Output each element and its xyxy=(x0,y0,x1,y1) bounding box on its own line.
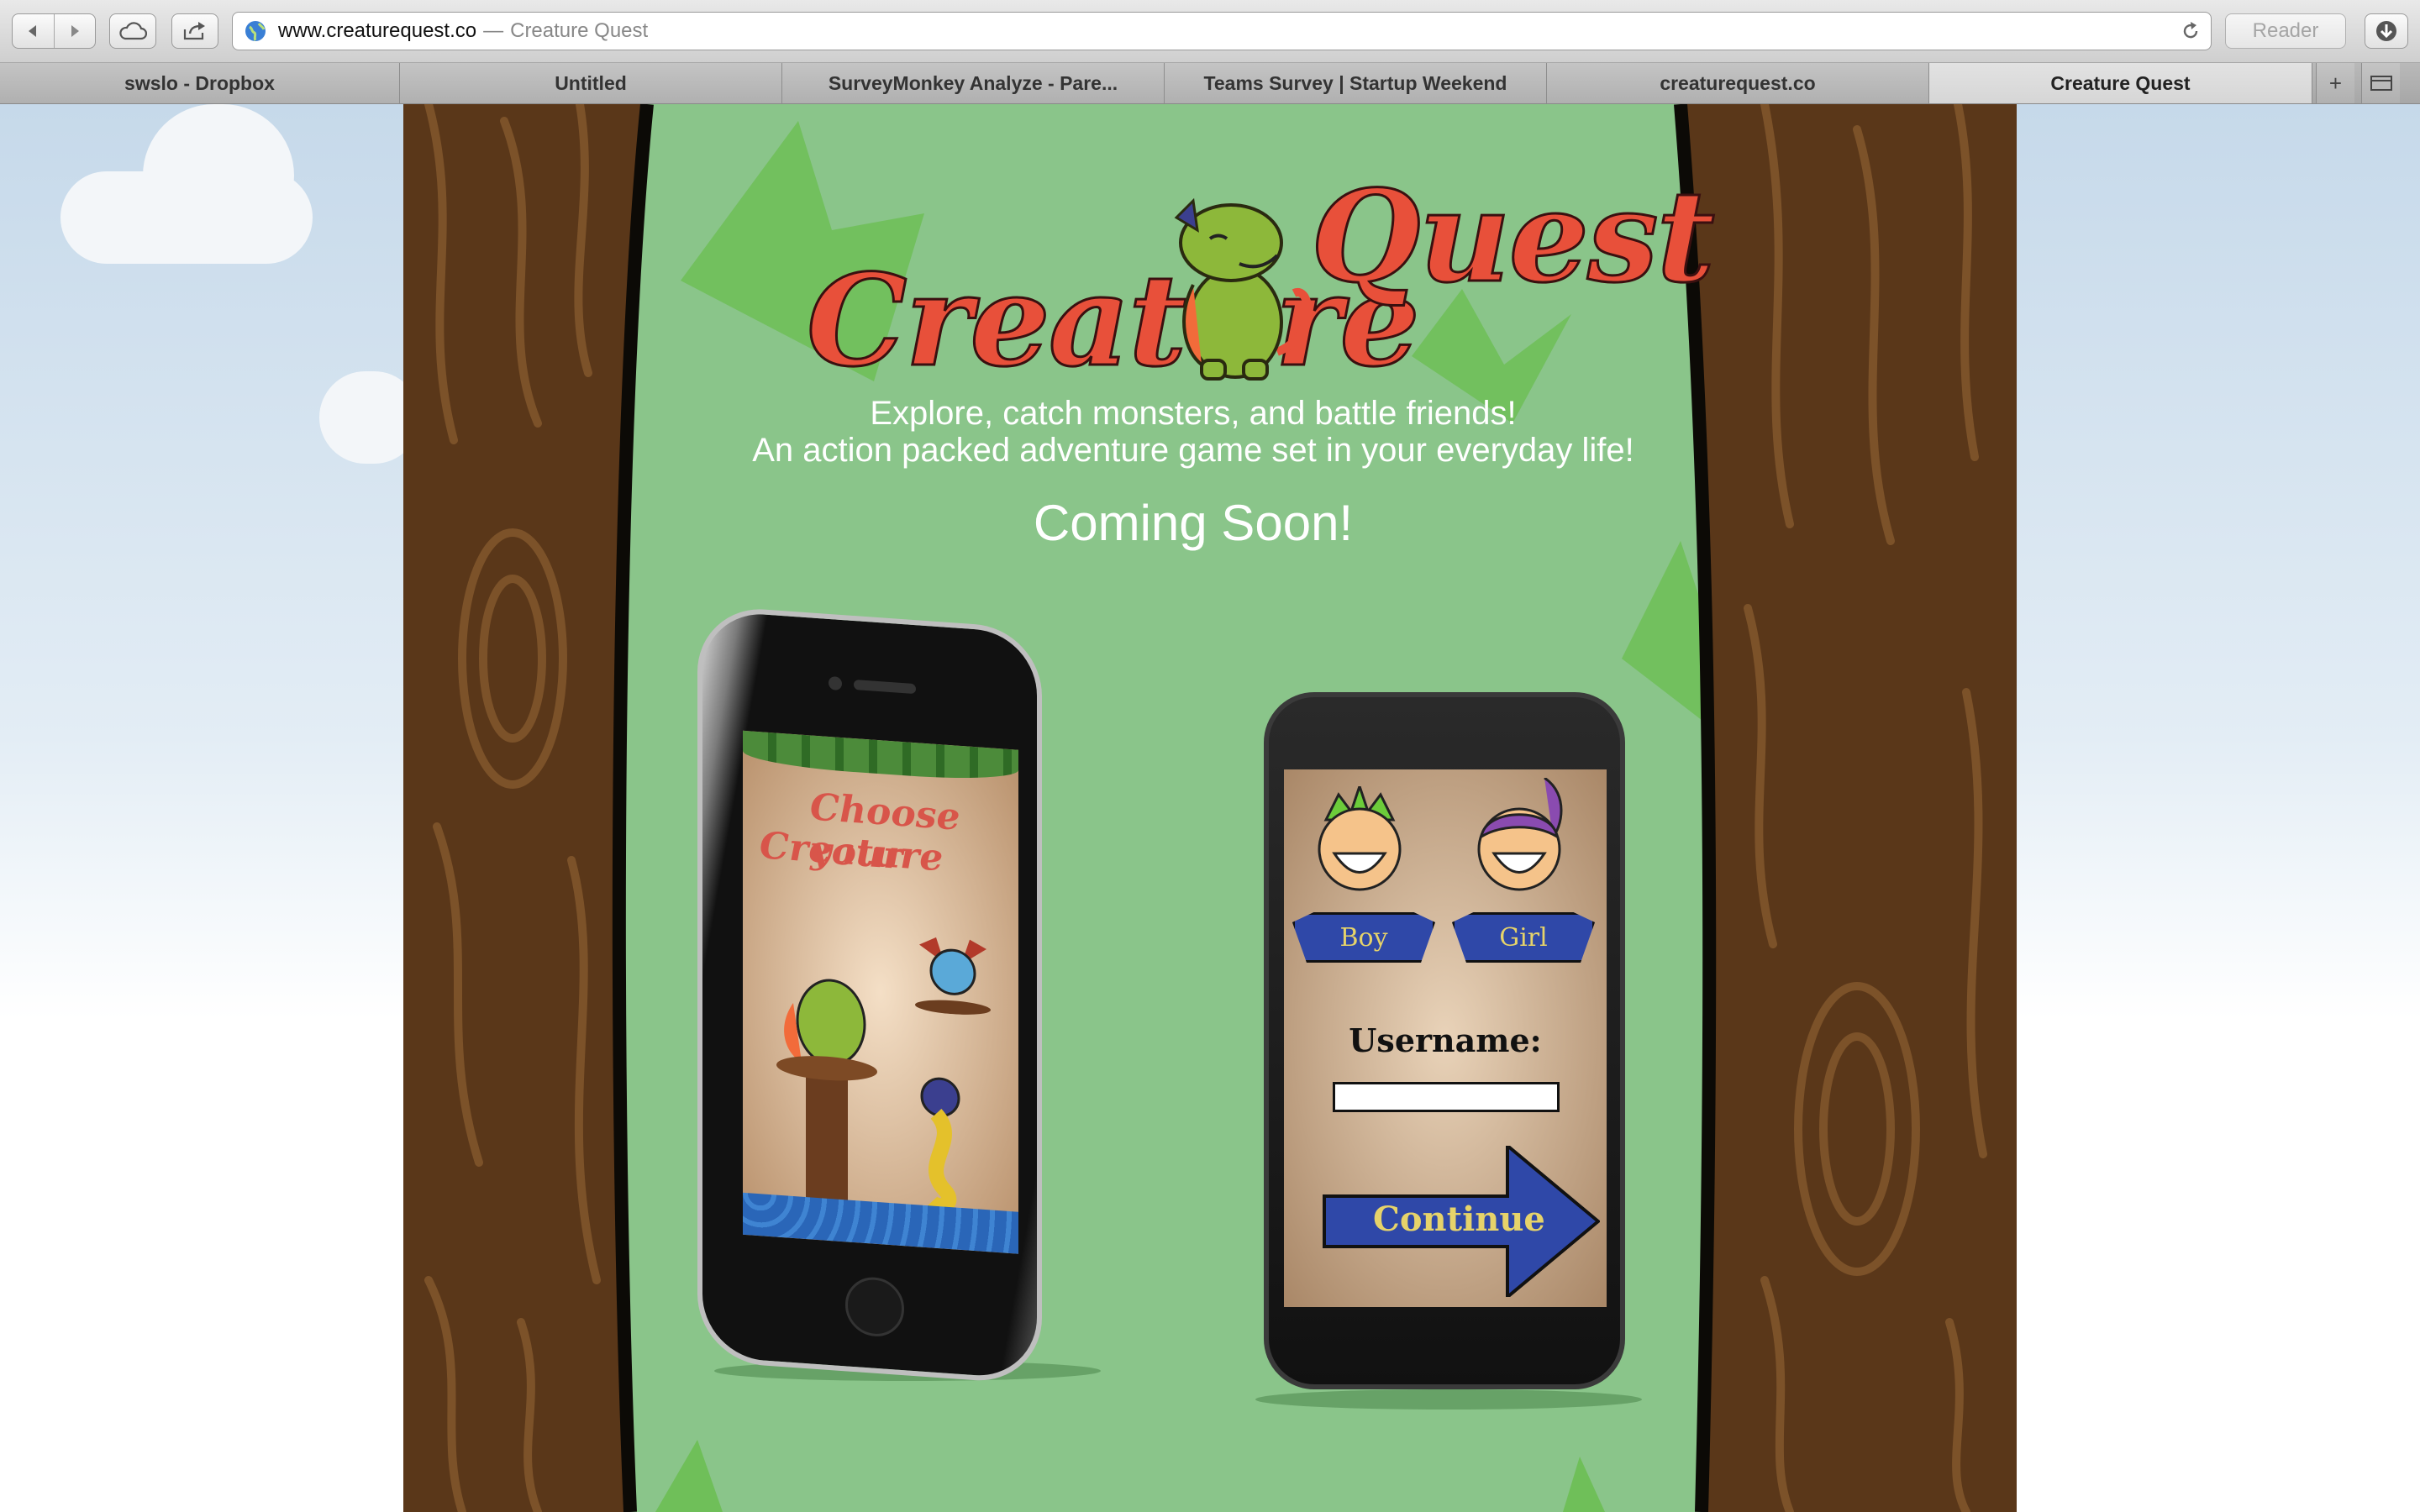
download-icon xyxy=(2376,21,2396,41)
boy-avatar-icon xyxy=(1318,786,1402,891)
nav-button-group xyxy=(12,13,96,49)
tab-untitled[interactable]: Untitled xyxy=(400,63,782,103)
iphone-screen: Choose your Creature xyxy=(743,730,1018,1254)
coming-soon-heading: Coming Soon! xyxy=(1033,495,1354,551)
new-tab-icon: + xyxy=(2328,70,2343,96)
continue-button[interactable]: Continue xyxy=(1323,1146,1600,1297)
tab-swslo-dropbox[interactable]: swslo - Dropbox xyxy=(0,63,400,103)
android-screen: Boy Girl Username: Continue xyxy=(1284,769,1607,1307)
android-mockup: Boy Girl Username: Continue xyxy=(1255,692,1642,1410)
reader-button[interactable]: Reader xyxy=(2225,13,2346,49)
girl-label: Girl xyxy=(1499,922,1548,953)
username-label: Username: xyxy=(1349,1021,1542,1059)
tagline-1: Explore, catch monsters, and battle frie… xyxy=(870,395,1517,432)
forward-icon xyxy=(71,25,79,37)
reload-icon[interactable] xyxy=(2181,21,2201,41)
dragon-mascot-icon xyxy=(1174,197,1313,381)
forward-button[interactable] xyxy=(53,14,96,48)
boy-label: Boy xyxy=(1339,922,1388,953)
android-body: Boy Girl Username: Continue xyxy=(1264,692,1625,1389)
continue-label: Continue xyxy=(1373,1200,1545,1239)
girl-avatar-icon xyxy=(1477,778,1563,891)
back-button[interactable] xyxy=(13,14,54,48)
address-bar[interactable]: www.creaturequest.co — Creature Quest xyxy=(232,12,2212,50)
title-separator: — xyxy=(483,19,504,42)
browser-toolbar: www.creaturequest.co — Creature Quest Re… xyxy=(0,0,2420,63)
logo-word-quest: Quest xyxy=(1310,162,1717,312)
blue-bat-creature-icon xyxy=(915,937,991,1015)
globe-icon xyxy=(245,21,266,41)
tab-list-icon xyxy=(2370,76,2392,91)
iphone-leaves xyxy=(743,730,1018,784)
site-container: Creature Quest Explore, catch monsters, … xyxy=(403,104,2017,1512)
tagline-block: Explore, catch monsters, and battle frie… xyxy=(706,395,1681,469)
iphone-camera xyxy=(829,675,842,691)
iphone-mockup: Choose your Creature xyxy=(697,605,1101,1385)
tab-teams-survey[interactable]: Teams Survey | Startup Weekend xyxy=(1165,63,1547,103)
icloud-icon xyxy=(119,22,147,40)
share-icon xyxy=(183,22,205,40)
downloads-button[interactable] xyxy=(2365,13,2408,49)
girl-option-banner[interactable]: Girl xyxy=(1452,912,1595,963)
tab-list-button[interactable] xyxy=(2361,63,2400,103)
tab-bar: swslo - Dropbox Untitled SurveyMonkey An… xyxy=(0,63,2420,104)
tab-surveymonkey[interactable]: SurveyMonkey Analyze - Pare... xyxy=(782,63,1165,103)
iphone-body: Choose your Creature xyxy=(697,605,1042,1385)
icloud-tabs-button[interactable] xyxy=(109,13,156,49)
page-title-in-address: Creature Quest xyxy=(510,19,649,42)
new-tab-button[interactable]: + xyxy=(2316,63,2354,103)
creature-quest-logo: Creature Quest xyxy=(806,138,1717,415)
cloud xyxy=(143,104,294,247)
url-text: www.creaturequest.co xyxy=(278,19,477,42)
creature-pedestal-1[interactable] xyxy=(911,927,995,1017)
iphone-speaker xyxy=(854,680,916,695)
tab-creaturequest-co[interactable]: creaturequest.co xyxy=(1547,63,1929,103)
share-button[interactable] xyxy=(171,13,218,49)
page-viewport: Creature Quest Explore, catch monsters, … xyxy=(0,104,2420,1512)
iphone-home-button xyxy=(845,1275,904,1339)
back-icon xyxy=(29,25,37,37)
tagline-2: An action packed adventure game set in y… xyxy=(752,432,1634,469)
username-input[interactable] xyxy=(1333,1082,1560,1112)
boy-option-banner[interactable]: Boy xyxy=(1292,912,1435,963)
tab-creature-quest[interactable]: Creature Quest xyxy=(1929,63,2312,103)
